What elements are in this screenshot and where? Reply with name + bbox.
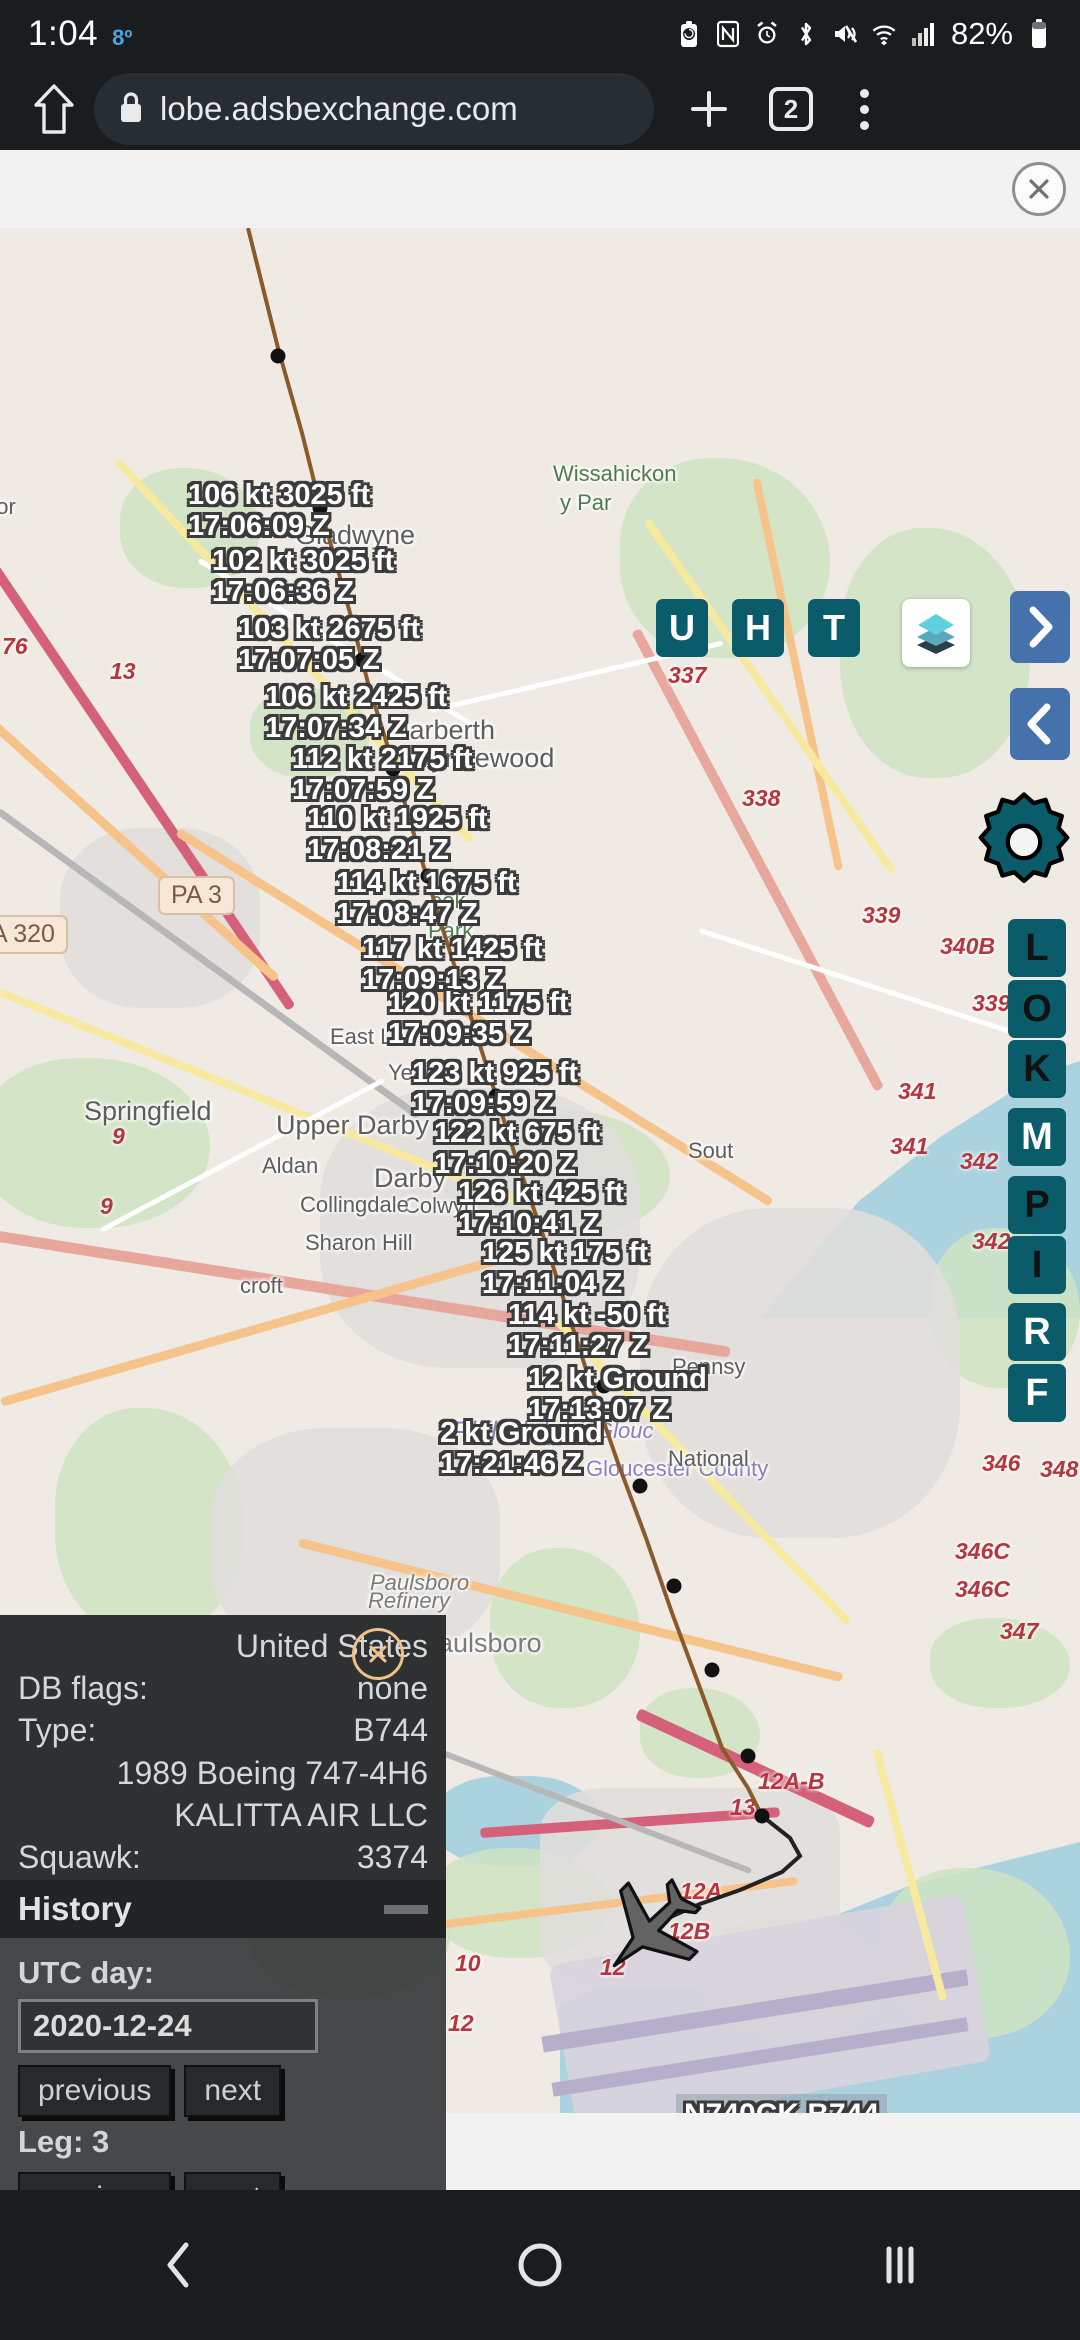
map-button-k-label: K	[1023, 1047, 1051, 1090]
utc-day-input[interactable]: 2020-12-24	[18, 1999, 318, 2053]
track-label: 122 kt 675 ft 17:10:20 Z	[434, 1117, 601, 1181]
tab-counter-button[interactable]: 2	[754, 72, 828, 146]
map-button-f-label: F	[1025, 1371, 1049, 1414]
track-label: 126 kt 425 ft 17:10:41 Z	[458, 1177, 625, 1241]
track-label: 112 kt 2175 ft 17:07:59 Z	[292, 743, 473, 807]
leg-previous-button[interactable]: previous	[18, 2172, 172, 2190]
aircraft-label: N740CK B744 0 kt ground CKS2453	[676, 2094, 888, 2113]
bluetooth-icon	[793, 19, 819, 49]
info-squawk-key: Squawk:	[18, 1839, 141, 1876]
browser-toolbar: lobe.adsbexchange.com 2	[0, 68, 1080, 150]
map-button-r[interactable]: R	[1008, 1303, 1066, 1361]
info-aircraft-model: 1989 Boeing 747-4H6	[116, 1754, 428, 1791]
info-type-value: B744	[353, 1712, 428, 1749]
history-panel-header[interactable]: History	[0, 1880, 446, 1938]
info-row-squawk: Squawk: 3374	[18, 1836, 428, 1878]
chevron-left-icon[interactable]	[1010, 688, 1070, 760]
map-button-p[interactable]: P	[1008, 1176, 1066, 1234]
track-label: 123 kt 925 ft 17:09:59 Z	[412, 1057, 579, 1121]
aircraft-reg-type: N740CK B744	[684, 2098, 879, 2113]
map-button-u-label: U	[669, 607, 695, 648]
cellular-signal-icon	[910, 19, 936, 49]
map-button-m[interactable]: M	[1008, 1108, 1066, 1166]
android-nav-bar	[0, 2190, 1080, 2340]
close-icon[interactable]	[1012, 162, 1066, 216]
info-row-model: 1989 Boeing 747-4H6	[18, 1752, 428, 1794]
close-icon[interactable]	[352, 1628, 404, 1680]
track-label: 110 kt 1925 ft 17:08:21 Z	[307, 803, 488, 867]
day-nav-row: previous next	[18, 2065, 428, 2117]
info-squawk-value: 3374	[356, 1839, 428, 1876]
wifi-icon	[871, 19, 897, 49]
utc-day-value: 2020-12-24	[33, 2008, 192, 2043]
battery-icon	[1026, 19, 1052, 49]
info-row-type: Type: B744	[18, 1709, 428, 1751]
map-button-l[interactable]: L	[1008, 919, 1066, 977]
plus-icon[interactable]	[672, 72, 746, 146]
track-label: 120 kt 1175 ft 17:09:35 Z	[388, 987, 569, 1051]
recents-icon[interactable]	[840, 2205, 960, 2325]
alarm-icon	[754, 19, 780, 49]
web-page: 337 338 339 340B 339 341 341 342 342 346…	[0, 150, 1080, 2190]
status-bar-left: 1:04 8º	[28, 14, 132, 54]
map-button-h[interactable]: H	[732, 599, 784, 657]
utc-day-label: UTC day:	[18, 1955, 155, 1990]
lock-icon	[118, 90, 144, 129]
leg-nav-row: previous next	[18, 2172, 428, 2190]
info-dbflags-key: DB flags:	[18, 1670, 148, 1707]
track-label: 102 kt 3025 ft 17:06:36 Z	[212, 545, 395, 609]
url-text: lobe.adsbexchange.com	[160, 90, 518, 127]
overflow-menu-icon[interactable]	[834, 72, 894, 146]
map-button-t[interactable]: T	[808, 599, 860, 657]
map-button-h-label: H	[745, 607, 771, 648]
back-icon[interactable]	[120, 2205, 240, 2325]
status-bar: 1:04 8º 82%	[0, 0, 1080, 68]
map-button-i[interactable]: I	[1008, 1236, 1066, 1294]
map-button-t-label: T	[823, 607, 845, 648]
track-label: 114 kt -50 ft 17:11:27 Z	[508, 1299, 666, 1363]
map-button-r-label: R	[1023, 1310, 1051, 1353]
info-type-key: Type:	[18, 1712, 97, 1749]
chevron-right-icon[interactable]	[1010, 591, 1070, 663]
mute-icon	[832, 19, 858, 49]
map-button-o[interactable]: O	[1008, 980, 1066, 1038]
gear-icon[interactable]	[970, 788, 1078, 896]
leg-label: Leg: 3	[18, 2124, 110, 2159]
track-label: 2 kt Ground 17:21:46 Z	[440, 1417, 603, 1481]
day-previous-button[interactable]: previous	[18, 2065, 172, 2117]
url-bar[interactable]: lobe.adsbexchange.com	[94, 73, 654, 145]
track-label: 106 kt 2425 ft 17:07:34 Z	[265, 681, 448, 745]
layers-icon[interactable]	[902, 599, 970, 667]
day-next-button[interactable]: next	[184, 2065, 282, 2117]
history-title: History	[18, 1890, 132, 1927]
battery-saver-icon	[676, 19, 702, 49]
map-button-f[interactable]: F	[1008, 1364, 1066, 1422]
leg-next-button[interactable]: next	[184, 2172, 282, 2190]
status-temperature: 8º	[112, 25, 133, 50]
nfc-icon	[715, 19, 741, 49]
ad-strip	[0, 150, 1080, 228]
map-button-k[interactable]: K	[1008, 1040, 1066, 1098]
home-circle-icon[interactable]	[480, 2205, 600, 2325]
map-button-i-label: I	[1031, 1243, 1043, 1286]
track-label: 103 kt 2675 ft 17:07:05 Z	[238, 613, 421, 677]
map-button-o-label: O	[1022, 987, 1052, 1030]
history-panel: History UTC day: 2020-12-24 previous nex…	[0, 1880, 446, 2190]
status-bar-right: 82%	[676, 16, 1052, 52]
history-panel-body: UTC day: 2020-12-24 previous next Leg: 3…	[0, 1938, 446, 2190]
track-label: 106 kt 3025 ft 17:06:09 Z	[188, 479, 371, 543]
track-label: 114 kt 1675 ft 17:08:47 Z	[336, 867, 517, 931]
map-button-p-label: P	[1024, 1183, 1050, 1226]
home-icon[interactable]	[22, 77, 86, 141]
tab-count-label: 2	[769, 87, 813, 131]
info-row-operator: KALITTA AIR LLC	[18, 1794, 428, 1836]
info-operator: KALITTA AIR LLC	[174, 1796, 428, 1833]
map-button-l-label: L	[1025, 926, 1049, 969]
track-label: 125 kt 175 ft 17:11:04 Z	[482, 1237, 649, 1301]
map-button-m-label: M	[1021, 1115, 1053, 1158]
battery-percent: 82%	[950, 16, 1013, 51]
status-clock: 1:04	[28, 14, 99, 53]
map-button-u[interactable]: U	[656, 599, 708, 657]
minimize-icon[interactable]	[384, 1904, 428, 1914]
